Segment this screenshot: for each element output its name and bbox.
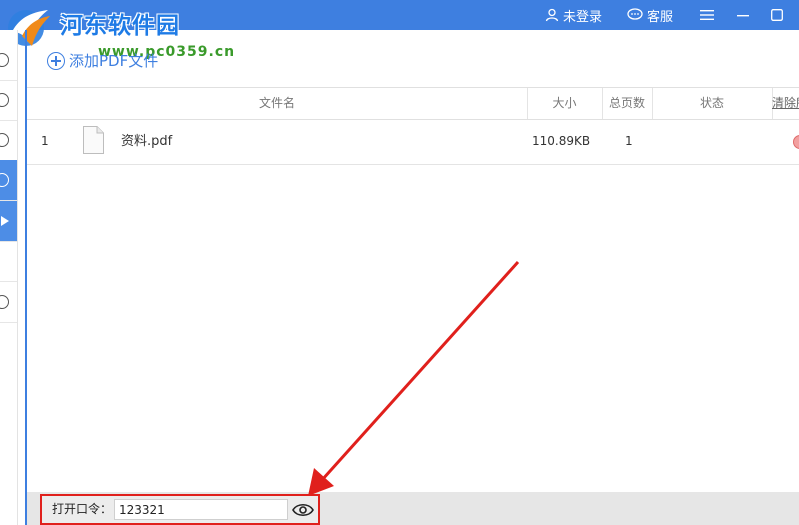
check-circle-icon <box>0 295 9 309</box>
menu-button[interactable] <box>700 0 718 30</box>
file-icon <box>83 126 104 154</box>
main-panel: 添加PDF文件 文件名 大小 总页数 状态 清除所 1 资料.pdf 110.8… <box>25 30 799 525</box>
file-pages: 1 <box>625 134 633 148</box>
service-label: 客服 <box>647 9 674 25</box>
play-icon <box>1 216 9 226</box>
password-input[interactable]: 123321 <box>114 499 288 520</box>
table-row[interactable]: 1 资料.pdf 110.89KB 1 <box>27 119 799 165</box>
sidebar <box>0 30 18 525</box>
sidebar-item-7[interactable] <box>0 282 17 323</box>
password-label: 打开口令： <box>52 502 113 516</box>
column-header-pages[interactable]: 总页数 <box>602 88 653 119</box>
column-header-filename[interactable]: 文件名 <box>27 88 528 119</box>
sidebar-item-1[interactable] <box>0 40 17 81</box>
add-pdf-label: 添加PDF文件 <box>69 52 159 70</box>
column-header-status[interactable]: 状态 <box>652 88 773 119</box>
chat-icon <box>627 8 643 20</box>
minimize-button[interactable] <box>737 0 753 30</box>
login-button[interactable]: 未登录 <box>545 0 602 30</box>
menu-icon <box>700 10 714 20</box>
sidebar-item-6[interactable] <box>0 241 17 282</box>
add-pdf-button[interactable]: 添加PDF文件 <box>47 50 158 71</box>
maximize-button[interactable] <box>771 0 787 30</box>
sidebar-item-3[interactable] <box>0 120 17 161</box>
file-size: 110.89KB <box>532 134 591 148</box>
clear-all-link[interactable]: 清除所 <box>772 88 799 119</box>
column-header-size[interactable]: 大小 <box>527 88 603 119</box>
check-circle-icon <box>0 93 9 107</box>
table-header: 文件名 大小 总页数 状态 清除所 <box>27 87 799 120</box>
user-icon <box>545 8 559 22</box>
password-box: 打开口令： 123321 <box>40 494 320 525</box>
eye-icon[interactable] <box>292 501 314 519</box>
maximize-icon <box>771 9 783 21</box>
check-circle-icon <box>0 173 9 187</box>
sidebar-item-active[interactable] <box>0 201 17 242</box>
file-name: 资料.pdf <box>121 134 173 149</box>
minimize-icon <box>737 15 749 17</box>
row-index: 1 <box>41 134 49 148</box>
check-circle-icon <box>0 133 9 147</box>
service-button[interactable]: 客服 <box>627 0 673 30</box>
sidebar-item-4[interactable] <box>0 160 17 201</box>
delete-icon[interactable] <box>793 135 799 149</box>
sidebar-item-2[interactable] <box>0 80 17 121</box>
check-circle-icon <box>0 53 9 67</box>
bottom-bar: 打开口令： 123321 <box>27 492 799 525</box>
plus-circle-icon <box>47 51 65 70</box>
login-label: 未登录 <box>563 9 603 25</box>
